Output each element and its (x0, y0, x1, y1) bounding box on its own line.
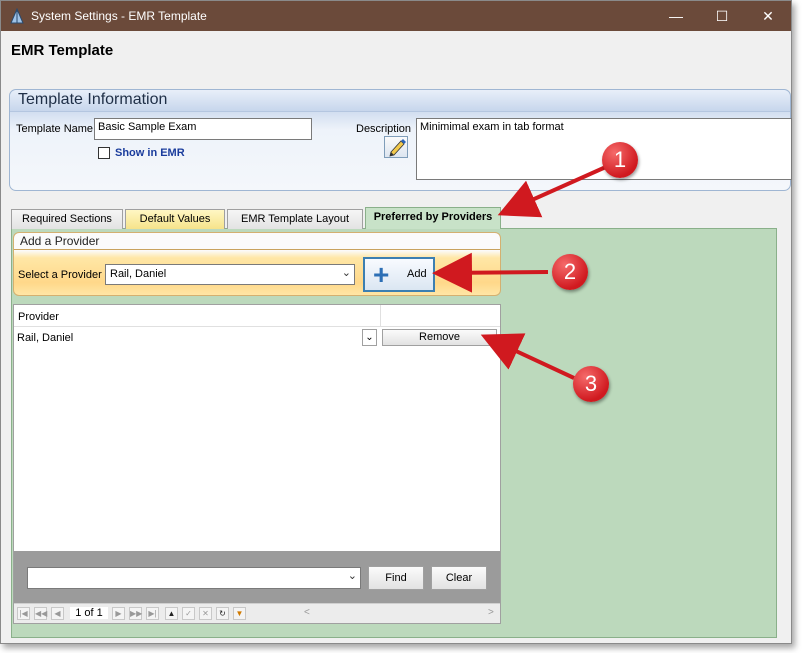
callout-2-arrow (432, 252, 549, 293)
annotation-arrows (432, 164, 609, 380)
callout-1-arrow (497, 164, 609, 218)
callout-badge-3: 3 (573, 366, 609, 402)
callout-badge-1: 1 (602, 142, 638, 178)
callout-badge-2: 2 (552, 254, 588, 290)
callout-3-arrow (480, 333, 575, 380)
